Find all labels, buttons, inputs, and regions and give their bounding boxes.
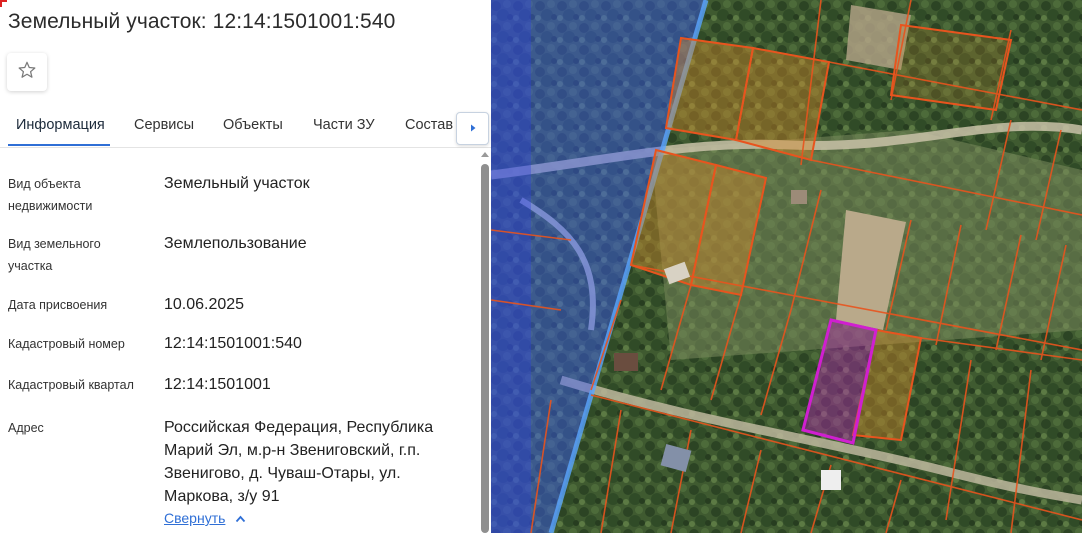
land-type-label: Вид земельного участка xyxy=(8,237,101,273)
address-line: Маркова, з/у 91 xyxy=(164,488,280,505)
cad-number-value: 12:14:1501001:540 xyxy=(164,335,302,352)
satellite-map[interactable] xyxy=(491,0,1082,533)
collapse-label: Свернуть xyxy=(164,510,226,526)
tab-info[interactable]: Информация xyxy=(16,117,105,133)
map-view[interactable] xyxy=(491,0,1082,533)
tab-services[interactable]: Сервисы xyxy=(134,117,194,133)
cad-block-value: 12:14:1501001 xyxy=(164,376,271,393)
star-outline-icon xyxy=(17,60,37,85)
tab-objects[interactable]: Объекты xyxy=(223,117,283,133)
page-title: Земельный участок: 12:14:1501001:540 xyxy=(8,10,396,33)
object-type-value: Земельный участок xyxy=(164,175,310,192)
date-label: Дата присвоения xyxy=(8,298,108,312)
address-line: Звенигово, д. Чуваш-Отары, ул. xyxy=(164,465,401,482)
address-line: Марий Эл, м.р-н Звениговский, г.п. xyxy=(164,442,421,459)
chevron-right-icon xyxy=(468,120,478,138)
tab-parts[interactable]: Части ЗУ xyxy=(313,117,375,133)
info-panel: Земельный участок: 12:14:1501001:540 Инф… xyxy=(0,0,491,533)
tabs-next-button[interactable] xyxy=(456,112,489,145)
corner-marker xyxy=(0,0,7,7)
building xyxy=(614,353,638,371)
collapse-link[interactable]: Свернуть xyxy=(164,510,246,526)
tab-bar: Информация Сервисы Объекты Части ЗУ Сост… xyxy=(0,107,491,148)
cad-block-label: Кадастровый квартал xyxy=(8,378,134,392)
water-zone-overlay xyxy=(491,0,531,533)
scroll-up-arrow[interactable] xyxy=(481,152,489,157)
chevron-up-icon xyxy=(235,510,246,526)
address-label: Адрес xyxy=(8,421,44,435)
tab-composition[interactable]: Состав xyxy=(405,117,453,133)
cad-number-label: Кадастровый номер xyxy=(8,337,125,351)
scrollbar-thumb[interactable] xyxy=(481,164,489,533)
land-type-value: Землепользование xyxy=(164,235,307,252)
address-line: Российская Федерация, Республика xyxy=(164,419,434,436)
object-type-label: Вид объекта недвижимости xyxy=(8,177,93,213)
active-tab-indicator xyxy=(8,144,110,146)
address-value: Российская Федерация, Республика Марий Э… xyxy=(164,416,464,508)
building xyxy=(821,470,841,490)
parcel[interactable] xyxy=(889,23,1013,112)
parcel[interactable] xyxy=(734,46,831,162)
favorite-button[interactable] xyxy=(7,53,47,91)
scrollbar[interactable] xyxy=(479,150,491,533)
date-value: 10.06.2025 xyxy=(164,296,245,313)
building xyxy=(791,190,807,204)
